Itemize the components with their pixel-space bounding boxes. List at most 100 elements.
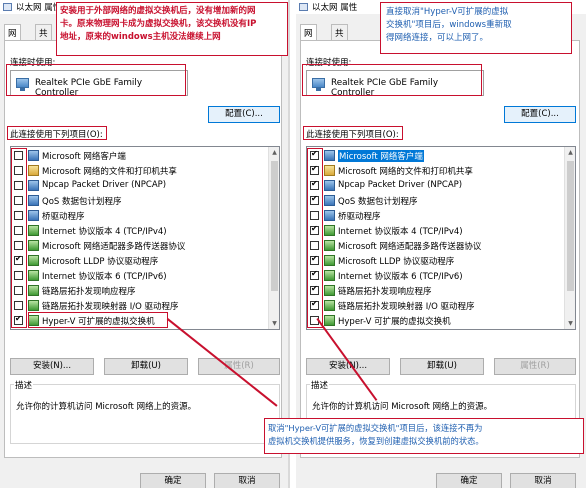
list-item[interactable]: Npcap Packet Driver (NPCAP) xyxy=(11,179,269,194)
item-label: 链路层拓扑发现响应程序 xyxy=(42,287,136,297)
protocol-icon xyxy=(324,240,335,251)
top-callout-text: 安装用于外部网络的虚拟交换机后，没有增加新的网 卡。原来物理网卡成为虚拟交换机，… xyxy=(60,5,256,44)
scroll-up-icon[interactable]: ▲ xyxy=(565,147,575,158)
item-label: Internet 协议版本 6 (TCP/IPv6) xyxy=(338,272,463,282)
ok-button[interactable]: 确定 xyxy=(436,473,502,488)
hyperv-item-highlight xyxy=(28,312,168,328)
configure-button[interactable]: 配置(C)... xyxy=(504,106,576,123)
items-label-highlight xyxy=(7,126,107,140)
item-label: Npcap Packet Driver (NPCAP) xyxy=(338,180,463,190)
protocol-icon xyxy=(324,225,335,236)
scroll-down-icon[interactable]: ▼ xyxy=(269,318,279,329)
protocol-icon xyxy=(28,285,39,296)
list-item[interactable]: QoS 数据包计划程序 xyxy=(307,194,565,209)
item-label: Microsoft 网络的文件和打印机共享 xyxy=(42,167,177,177)
list-item[interactable]: 链路层拓扑发现响应程序 xyxy=(307,284,565,299)
item-label: Internet 协议版本 4 (TCP/IPv4) xyxy=(42,227,167,237)
uninstall-button[interactable]: 卸载(U) xyxy=(400,358,484,375)
network-icon xyxy=(28,150,39,161)
protocol-icon xyxy=(324,255,335,266)
item-label: Npcap Packet Driver (NPCAP) xyxy=(42,180,167,190)
item-label: Microsoft 网络的文件和打印机共享 xyxy=(338,167,473,177)
network-icon xyxy=(28,210,39,221)
components-list[interactable]: ▲ ▼ Microsoft 网络客户端 Microsoft 网络的文件和打印机共享… xyxy=(10,146,280,330)
network-icon xyxy=(324,195,335,206)
item-label: Internet 协议版本 4 (TCP/IPv4) xyxy=(338,227,463,237)
list-item[interactable]: Microsoft 网络客户端 xyxy=(307,149,565,164)
list-item[interactable]: 桥驱动程序 xyxy=(307,209,565,224)
item-label: Microsoft 网络适配器多路传送器协议 xyxy=(42,242,186,252)
item-label: Microsoft 网络客户端 xyxy=(338,150,424,162)
list-item[interactable]: Internet 协议版本 6 (TCP/IPv6) xyxy=(307,269,565,284)
callout-line: 地址，原来的windows主机没法继续上网 xyxy=(60,32,221,42)
ok-button[interactable]: 确定 xyxy=(140,473,206,488)
list-item[interactable]: 桥驱动程序 xyxy=(11,209,269,224)
list-item[interactable]: QoS 数据包计划程序 xyxy=(11,194,269,209)
share-icon xyxy=(28,165,39,176)
window-title: 以太网 属性 xyxy=(312,3,358,13)
protocol-icon xyxy=(28,240,39,251)
tab-network[interactable]: 网络 xyxy=(300,24,317,51)
callout-line: 直接取消"Hyper-V可扩展的虚拟 xyxy=(386,7,509,17)
item-label: Microsoft 网络客户端 xyxy=(42,152,126,162)
properties-button[interactable]: 属性(R) xyxy=(198,358,280,375)
description-title: 描述 xyxy=(14,379,34,391)
list-item[interactable]: Microsoft 网络客户端 xyxy=(11,149,269,164)
list-item[interactable]: Internet 协议版本 6 (TCP/IPv6) xyxy=(11,269,269,284)
callout-line: 安装用于外部网络的虚拟交换机后，没有增加新的网 xyxy=(60,6,256,16)
list-item[interactable]: Microsoft 网络的文件和打印机共享 xyxy=(307,164,565,179)
item-label: Microsoft LLDP 协议驱动程序 xyxy=(338,257,455,267)
properties-button[interactable]: 属性(R) xyxy=(494,358,576,375)
checkbox-column-highlight xyxy=(11,148,27,328)
tab-sharing[interactable]: 共享 xyxy=(35,24,52,51)
list-item[interactable]: Internet 协议版本 4 (TCP/IPv4) xyxy=(11,224,269,239)
list-item[interactable]: 链路层拓扑发现映射器 I/O 驱动程序 xyxy=(307,299,565,314)
list-item[interactable]: Microsoft 网络的文件和打印机共享 xyxy=(11,164,269,179)
list-item[interactable]: Internet 协议版本 4 (TCP/IPv4) xyxy=(307,224,565,239)
list-item[interactable]: Npcap Packet Driver (NPCAP) xyxy=(307,179,565,194)
network-icon xyxy=(324,150,335,161)
callout-line: 卡。原来物理网卡成为虚拟交换机，该交换机没有IP xyxy=(60,19,257,29)
scroll-thumb[interactable] xyxy=(567,161,574,291)
scroll-up-icon[interactable]: ▲ xyxy=(269,147,279,158)
network-icon xyxy=(324,180,335,191)
items-label-highlight xyxy=(303,126,403,140)
scroll-down-icon[interactable]: ▼ xyxy=(565,318,575,329)
item-label: QoS 数据包计划程序 xyxy=(42,197,122,207)
protocol-icon xyxy=(28,270,39,281)
list-item[interactable]: Hyper-V 可扩展的虚拟交换机 xyxy=(307,314,565,329)
scroll-thumb[interactable] xyxy=(271,161,278,291)
description-group xyxy=(10,384,280,444)
item-label: Microsoft 网络适配器多路传送器协议 xyxy=(338,242,482,252)
vertical-scrollbar[interactable]: ▲ ▼ xyxy=(268,147,279,329)
item-label: 链路层拓扑发现映射器 I/O 驱动程序 xyxy=(42,302,179,312)
list-item[interactable]: Microsoft LLDP 协议驱动程序 xyxy=(11,254,269,269)
bottom-callout-text: 取消"Hyper-V可扩展的虚拟交换机"项目后，该连接不再为 虚拟机交换机提供服… xyxy=(268,422,484,448)
cancel-button[interactable]: 取消 xyxy=(214,473,280,488)
callout-line: 交换机"项目后，windows重新取 xyxy=(386,20,512,30)
cancel-button[interactable]: 取消 xyxy=(510,473,576,488)
protocol-icon xyxy=(28,255,39,266)
install-button[interactable]: 安装(N)... xyxy=(10,358,94,375)
network-icon xyxy=(324,210,335,221)
list-item[interactable]: Microsoft 网络适配器多路传送器协议 xyxy=(307,239,565,254)
network-icon xyxy=(28,180,39,191)
adapter-highlight xyxy=(302,64,482,96)
vertical-scrollbar[interactable]: ▲ ▼ xyxy=(564,147,575,329)
protocol-icon xyxy=(28,300,39,311)
adapter-highlight xyxy=(6,64,186,96)
item-label: 桥驱动程序 xyxy=(42,212,85,222)
protocol-icon xyxy=(324,285,335,296)
callout-line: 取消"Hyper-V可扩展的虚拟交换机"项目后，该连接不再为 xyxy=(268,423,483,433)
window-title: 以太网 属性 xyxy=(16,3,62,13)
uninstall-button[interactable]: 卸载(U) xyxy=(104,358,188,375)
components-list[interactable]: ▲ ▼ Microsoft 网络客户端 Microsoft 网络的文件和打印机共享… xyxy=(306,146,576,330)
description-text: 允许你的计算机访问 Microsoft 网络上的资源。 xyxy=(312,402,493,412)
list-item[interactable]: 链路层拓扑发现响应程序 xyxy=(11,284,269,299)
configure-button[interactable]: 配置(C)... xyxy=(208,106,280,123)
tab-network[interactable]: 网络 xyxy=(4,24,21,51)
list-item[interactable]: Microsoft LLDP 协议驱动程序 xyxy=(307,254,565,269)
right-properties-dialog: 以太网 属性 网络 共享 连接时使用: Realtek PCIe GbE Fam… xyxy=(296,0,586,488)
tab-sharing[interactable]: 共享 xyxy=(331,24,348,51)
list-item[interactable]: Microsoft 网络适配器多路传送器协议 xyxy=(11,239,269,254)
